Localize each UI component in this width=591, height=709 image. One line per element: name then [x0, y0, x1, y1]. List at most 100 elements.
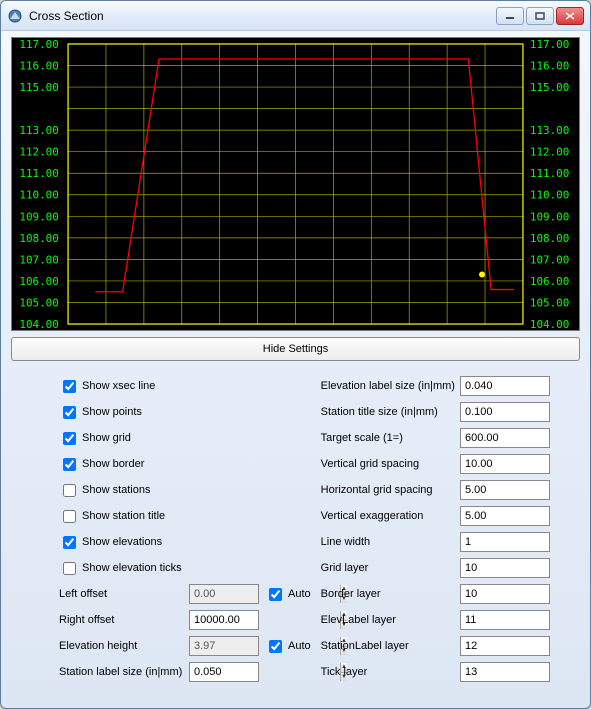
show-stations-row: Show stations [59, 477, 311, 503]
v-grid-spacing-label: Vertical grid spacing [321, 458, 460, 470]
elev-label-layer-input-wrap: ▲▼ [460, 610, 550, 630]
show-border-row: Show border [59, 451, 311, 477]
v-grid-spacing-row: Vertical grid spacing ▲▼ [321, 451, 550, 477]
station-label-size-row: Station label size (in|mm) ▲▼ [59, 659, 311, 685]
show-elevations-row: Show elevations [59, 529, 311, 555]
show-stations-checkbox[interactable] [63, 484, 76, 497]
show-xsec-row: Show xsec line [59, 373, 311, 399]
chart-panel: 104.00104.00105.00105.00106.00106.00107.… [11, 37, 580, 331]
right-offset-label: Right offset [59, 614, 189, 626]
svg-text:108.00: 108.00 [530, 232, 569, 245]
left-offset-auto: Auto [265, 585, 311, 604]
svg-text:106.00: 106.00 [19, 275, 58, 288]
svg-text:116.00: 116.00 [19, 59, 58, 72]
svg-text:107.00: 107.00 [530, 253, 569, 266]
svg-text:108.00: 108.00 [19, 232, 58, 245]
elev-label-size-label: Elevation label size (in|mm) [321, 380, 460, 392]
show-elevations-checkbox[interactable] [63, 536, 76, 549]
left-offset-input-wrap: ▲▼ [189, 584, 259, 604]
elev-height-auto-checkbox[interactable] [269, 640, 282, 653]
show-points-row: Show points [59, 399, 311, 425]
grid-layer-label: Grid layer [321, 562, 460, 574]
elev-height-input-wrap: ▲▼ [189, 636, 259, 656]
station-label-layer-input-wrap: ▲▼ [460, 636, 550, 656]
show-station-title-checkbox[interactable] [63, 510, 76, 523]
h-grid-spacing-label: Horizontal grid spacing [321, 484, 460, 496]
minimize-button[interactable] [496, 7, 524, 25]
svg-text:116.00: 116.00 [530, 59, 569, 72]
elev-label-size-input[interactable] [461, 377, 591, 395]
svg-text:117.00: 117.00 [530, 38, 569, 51]
titlebar: Cross Section [1, 1, 590, 31]
svg-text:110.00: 110.00 [530, 189, 569, 202]
grid-layer-input[interactable] [461, 559, 591, 577]
border-layer-row: Border layer ▲▼ [321, 581, 550, 607]
show-grid-row: Show grid [59, 425, 311, 451]
window-title: Cross Section [29, 9, 494, 23]
target-scale-input[interactable] [461, 429, 591, 447]
show-elevations-label: Show elevations [82, 536, 162, 548]
elev-height-label: Elevation height [59, 640, 189, 652]
maximize-button[interactable] [526, 7, 554, 25]
left-column: Show xsec line Show points Show grid Sho… [59, 373, 311, 696]
grid-layer-row: Grid layer ▲▼ [321, 555, 550, 581]
elev-height-row: Elevation height ▲▼ Auto [59, 633, 311, 659]
svg-text:105.00: 105.00 [19, 296, 58, 309]
svg-text:115.00: 115.00 [19, 81, 58, 94]
svg-text:111.00: 111.00 [19, 167, 58, 180]
v-exag-label: Vertical exaggeration [321, 510, 460, 522]
show-border-checkbox[interactable] [63, 458, 76, 471]
tick-layer-input[interactable] [461, 663, 591, 681]
border-layer-input[interactable] [461, 585, 591, 603]
target-scale-row: Target scale (1=) ▲▼ [321, 425, 550, 451]
line-width-input[interactable] [461, 533, 591, 551]
station-label-size-label: Station label size (in|mm) [59, 666, 189, 678]
hide-settings-button[interactable]: Hide Settings [11, 337, 580, 361]
v-exag-input[interactable] [461, 507, 591, 525]
station-title-size-input-wrap: ▲▼ [460, 402, 550, 422]
station-label-layer-input[interactable] [461, 637, 591, 655]
svg-text:109.00: 109.00 [530, 210, 569, 223]
svg-text:104.00: 104.00 [530, 318, 569, 330]
tick-layer-input-wrap: ▲▼ [460, 662, 550, 682]
target-scale-label: Target scale (1=) [321, 432, 460, 444]
h-grid-spacing-input[interactable] [461, 481, 591, 499]
svg-text:106.00: 106.00 [530, 275, 569, 288]
svg-text:109.00: 109.00 [19, 210, 58, 223]
elev-label-layer-input[interactable] [461, 611, 591, 629]
left-offset-auto-checkbox[interactable] [269, 588, 282, 601]
left-offset-auto-label: Auto [288, 588, 311, 600]
station-title-size-input[interactable] [461, 403, 591, 421]
left-offset-label: Left offset [59, 588, 189, 600]
tick-layer-row: Tick layer ▲▼ [321, 659, 550, 685]
line-width-input-wrap: ▲▼ [460, 532, 550, 552]
show-grid-checkbox[interactable] [63, 432, 76, 445]
show-station-title-label: Show station title [82, 510, 165, 522]
right-offset-input[interactable] [190, 611, 340, 629]
show-station-title-row: Show station title [59, 503, 311, 529]
v-grid-spacing-input-wrap: ▲▼ [460, 454, 550, 474]
show-elev-ticks-checkbox[interactable] [63, 562, 76, 575]
v-exag-input-wrap: ▲▼ [460, 506, 550, 526]
station-label-size-input[interactable] [190, 663, 340, 681]
v-grid-spacing-input[interactable] [461, 455, 591, 473]
show-points-checkbox[interactable] [63, 406, 76, 419]
svg-text:110.00: 110.00 [19, 189, 58, 202]
station-title-size-label: Station title size (in|mm) [321, 406, 460, 418]
svg-text:117.00: 117.00 [19, 38, 58, 51]
station-title-size-row: Station title size (in|mm) ▲▼ [321, 399, 550, 425]
svg-text:104.00: 104.00 [19, 318, 58, 330]
v-exag-row: Vertical exaggeration ▲▼ [321, 503, 550, 529]
close-button[interactable] [556, 7, 584, 25]
tick-layer-label: Tick layer [321, 666, 460, 678]
elev-label-layer-row: ElevLabel layer ▲▼ [321, 607, 550, 633]
right-column: Elevation label size (in|mm) ▲▼ Station … [321, 373, 550, 696]
cross-section-chart: 104.00104.00105.00105.00106.00106.00107.… [12, 38, 579, 330]
svg-text:113.00: 113.00 [530, 124, 569, 137]
line-width-label: Line width [321, 536, 460, 548]
show-xsec-checkbox[interactable] [63, 380, 76, 393]
station-label-size-input-wrap: ▲▼ [189, 662, 259, 682]
right-offset-row: Right offset ▲▼ [59, 607, 311, 633]
target-scale-input-wrap: ▲▼ [460, 428, 550, 448]
svg-text:112.00: 112.00 [19, 146, 58, 159]
